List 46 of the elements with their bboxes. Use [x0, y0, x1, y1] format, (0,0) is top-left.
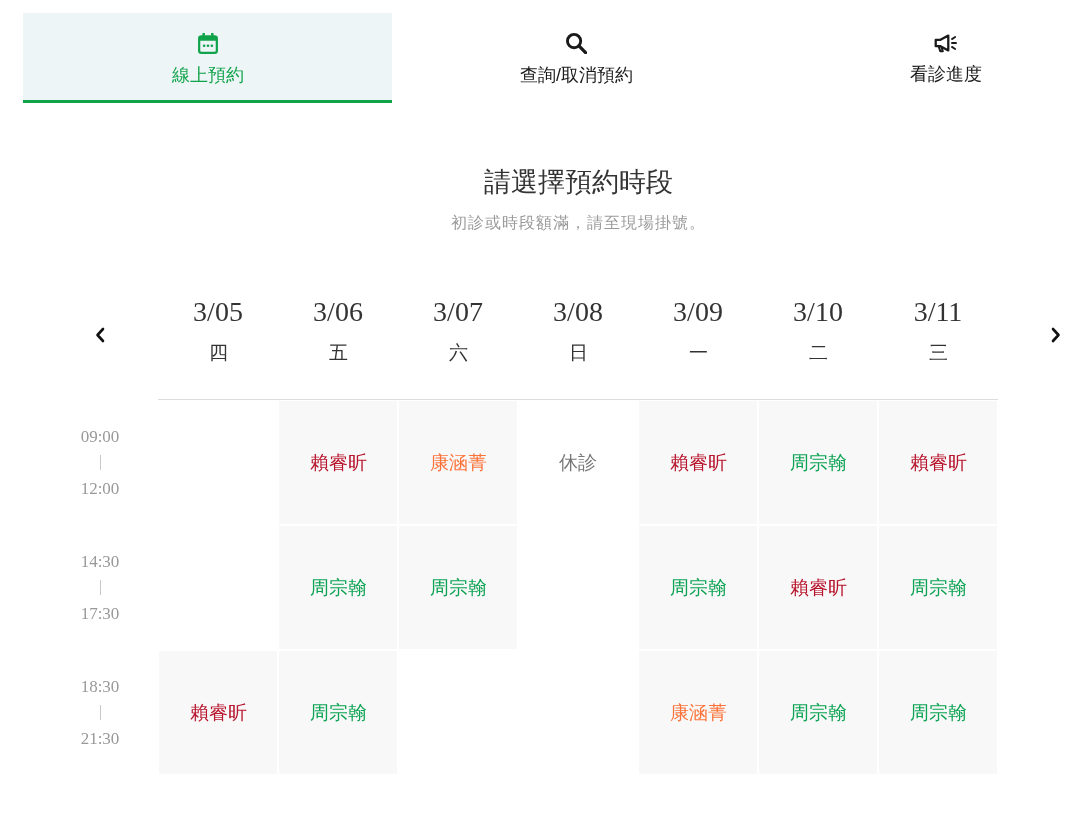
end-time-label: 17:30 [80, 602, 120, 625]
date-label: 3/10 [793, 295, 843, 329]
doctor-slot[interactable]: 周宗翰 [398, 525, 518, 650]
weekday-label: 五 [328, 341, 348, 365]
page-title: 請選擇預約時段 [482, 166, 674, 199]
start-time-label: 09:00 [80, 425, 120, 448]
doctor-slot[interactable]: 賴睿昕 [638, 400, 758, 525]
doctor-slot[interactable]: 賴睿昕 [758, 525, 878, 650]
start-time-label: 14:30 [80, 550, 120, 573]
doctor-slot[interactable]: 周宗翰 [638, 525, 758, 650]
doctor-slot[interactable]: 周宗翰 [278, 525, 398, 650]
calendar-icon [197, 33, 218, 54]
doctor-slot[interactable]: 賴睿昕 [278, 400, 398, 525]
doctor-slot[interactable]: 康涵菁 [638, 650, 758, 775]
doctor-slot[interactable]: 周宗翰 [278, 650, 398, 775]
weekday-label: 六 [448, 341, 468, 365]
date-label: 3/08 [553, 295, 603, 329]
doctor-slot[interactable]: 周宗翰 [758, 400, 878, 525]
date-label: 3/06 [313, 295, 363, 329]
doctor-slot[interactable]: 賴睿昕 [158, 650, 278, 775]
date-label: 3/07 [433, 295, 483, 329]
doctor-slot[interactable]: 周宗翰 [758, 650, 878, 775]
weekday-label: 日 [568, 341, 588, 365]
date-label: 3/09 [673, 295, 723, 329]
date-label: 3/11 [913, 295, 963, 329]
closed-label: 休診 [559, 450, 597, 475]
start-time-label: 18:30 [80, 675, 120, 698]
nav-tab[interactable]: 查詢/取消預約 [392, 13, 761, 103]
date-label: 3/05 [193, 295, 243, 329]
chevron-right-icon[interactable] [1051, 327, 1061, 343]
search-icon [566, 33, 587, 54]
page-subtitle: 初診或時段額滿，請至現場掛號。 [449, 213, 707, 233]
doctor-slot[interactable]: 康涵菁 [398, 400, 518, 525]
nav-tab[interactable]: 看診進度 [761, 13, 1088, 103]
doctor-slot[interactable]: 賴睿昕 [878, 400, 998, 525]
nav-tab[interactable]: 線上預約 [23, 13, 392, 103]
end-time-label: 21:30 [80, 727, 120, 750]
end-time-label: 12:00 [80, 477, 120, 500]
weekday-label: 三 [928, 341, 948, 365]
megaphone-icon [934, 33, 958, 53]
weekday-label: 二 [808, 341, 828, 365]
chevron-left-icon[interactable] [95, 327, 105, 343]
doctor-slot[interactable]: 周宗翰 [878, 650, 998, 775]
weekday-label: 一 [688, 341, 708, 365]
weekday-label: 四 [208, 341, 228, 365]
doctor-slot[interactable]: 周宗翰 [878, 525, 998, 650]
